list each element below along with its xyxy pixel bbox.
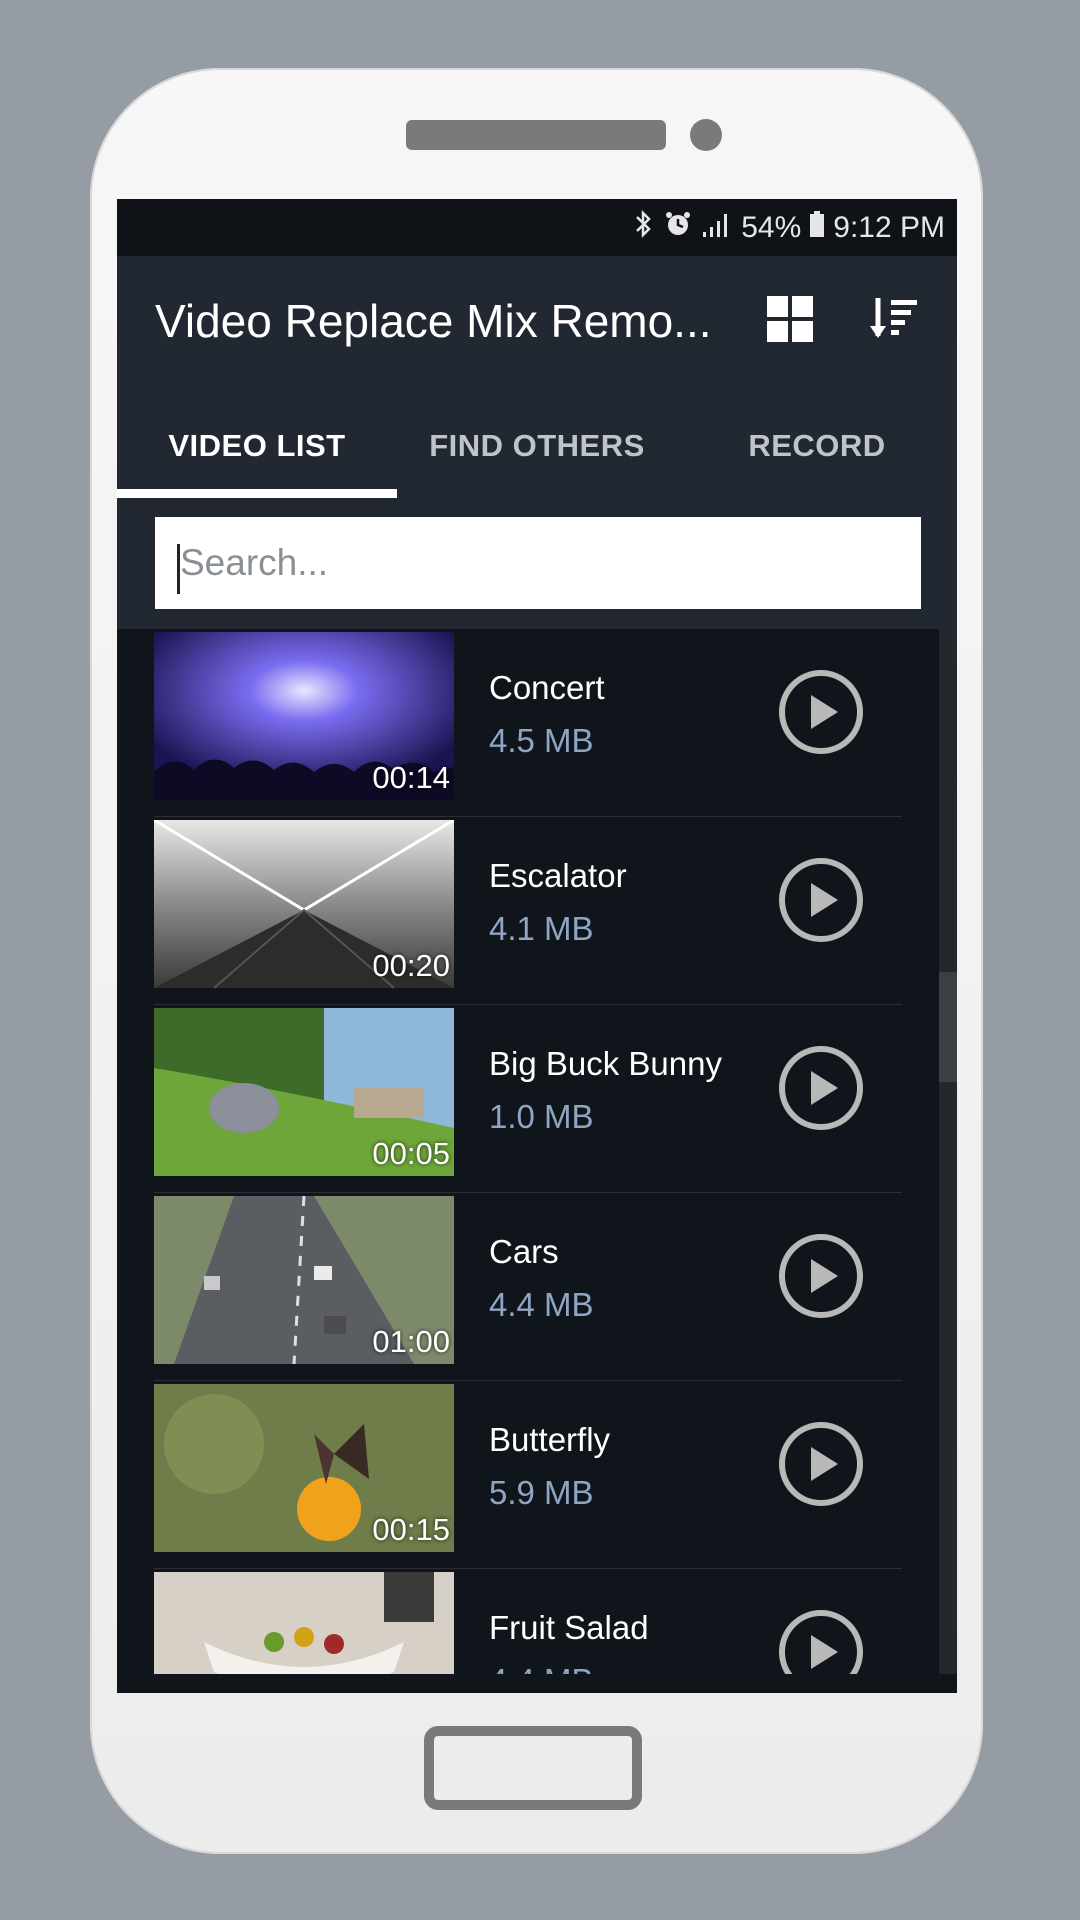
list-item[interactable]: 00:14 Concert 4.5 MB	[117, 629, 907, 817]
list-item[interactable]: 00:15 Butterfly 5.9 MB	[117, 1381, 907, 1569]
list-item[interactable]: 00:20 Escalator 4.1 MB	[117, 817, 907, 1005]
video-title: Escalator	[489, 857, 627, 894]
alarm-icon	[663, 209, 693, 246]
video-size: 4.4 MB	[489, 1286, 594, 1323]
app-bar: Video Replace Mix Remo...	[117, 256, 957, 391]
search-bar	[117, 501, 957, 629]
phone-camera	[690, 119, 722, 151]
list-item[interactable]: Fruit Salad 4.4 MB	[117, 1569, 907, 1674]
tab-find-others[interactable]: FIND OTHERS	[397, 391, 677, 501]
video-size: 5.9 MB	[489, 1474, 594, 1511]
duration-label: 00:05	[372, 1136, 450, 1171]
duration-label: 01:00	[372, 1324, 450, 1359]
video-size: 1.0 MB	[489, 1098, 594, 1135]
play-icon[interactable]	[778, 669, 864, 755]
video-title: Cars	[489, 1233, 559, 1270]
battery-percent: 54%	[741, 210, 802, 244]
list-item[interactable]: 01:00 Cars 4.4 MB	[117, 1193, 907, 1381]
signal-icon	[701, 210, 733, 245]
battery-icon	[809, 210, 825, 245]
list-item[interactable]: 00:05 Big Buck Bunny 1.0 MB	[117, 1005, 907, 1193]
phone-speaker	[406, 120, 666, 150]
duration-label: 00:14	[372, 760, 450, 795]
play-icon[interactable]	[778, 857, 864, 943]
video-title: Fruit Salad	[489, 1609, 649, 1646]
tab-indicator	[117, 489, 397, 498]
thumbnail-fruit-salad	[154, 1572, 454, 1674]
sort-icon[interactable]	[869, 294, 919, 344]
thumbnail-cars: 01:00	[154, 1196, 454, 1364]
play-icon[interactable]	[778, 1045, 864, 1131]
video-size: 4.4 MB	[489, 1662, 594, 1674]
scrollbar-track[interactable]	[939, 629, 957, 1674]
play-icon[interactable]	[778, 1421, 864, 1507]
screen: 54% 9:12 PM Video Replace Mix Remo... VI…	[117, 199, 957, 1693]
grid-view-icon[interactable]	[767, 296, 813, 342]
thumbnail-butterfly: 00:15	[154, 1384, 454, 1552]
play-icon[interactable]	[778, 1609, 864, 1674]
thumbnail-concert: 00:14	[154, 632, 454, 800]
screen-bottom	[117, 1674, 957, 1693]
thumbnail-big-buck-bunny: 00:05	[154, 1008, 454, 1176]
play-icon[interactable]	[778, 1233, 864, 1319]
tab-record[interactable]: RECORD	[677, 391, 957, 501]
text-cursor	[177, 544, 180, 594]
video-size: 4.5 MB	[489, 722, 594, 759]
thumbnail-escalator: 00:20	[154, 820, 454, 988]
duration-label: 00:15	[372, 1512, 450, 1547]
video-list: 00:14 Concert 4.5 MB 00:20 Escalator 4.1…	[117, 629, 957, 1674]
status-bar: 54% 9:12 PM	[117, 199, 957, 256]
tab-bar: VIDEO LIST FIND OTHERS RECORD	[117, 391, 957, 501]
scrollbar-thumb[interactable]	[939, 972, 957, 1082]
tab-video-list[interactable]: VIDEO LIST	[117, 391, 397, 501]
home-button[interactable]	[424, 1726, 642, 1810]
video-title: Big Buck Bunny	[489, 1045, 722, 1082]
video-title: Butterfly	[489, 1421, 611, 1458]
video-title: Concert	[489, 669, 605, 706]
search-input[interactable]	[155, 517, 921, 609]
clock: 9:12 PM	[833, 210, 945, 244]
app-title: Video Replace Mix Remo...	[155, 295, 712, 347]
duration-label: 00:20	[372, 948, 450, 983]
video-size: 4.1 MB	[489, 910, 594, 947]
bluetooth-icon	[633, 209, 655, 246]
